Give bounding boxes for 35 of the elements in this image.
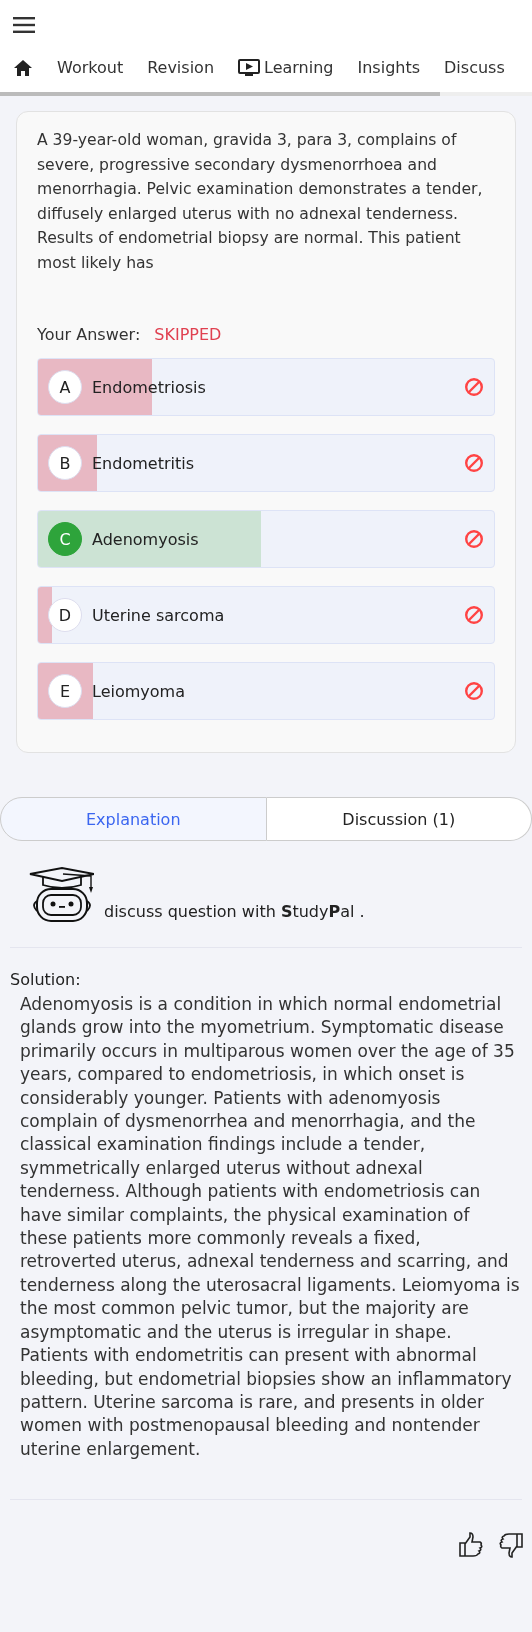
thumbs-down-icon[interactable] xyxy=(498,1532,524,1559)
nav-tab[interactable]: Insights xyxy=(357,58,421,77)
home-icon[interactable] xyxy=(13,58,33,77)
solution-label: Solution: xyxy=(10,970,82,989)
eliminate-icon[interactable] xyxy=(464,377,484,397)
option-text: Uterine sarcoma xyxy=(92,605,225,625)
section-tab[interactable]: Explanation xyxy=(0,797,267,841)
eliminate-icon[interactable] xyxy=(464,453,484,473)
menu-icon[interactable] xyxy=(13,17,35,33)
nav-tab[interactable]: Learning xyxy=(238,58,334,77)
thumbs-up-icon[interactable] xyxy=(458,1532,484,1559)
option-text: Leiomyoma xyxy=(92,681,185,701)
solution-text: Adenomyosis is a condition in which normal endometrial glands grow into the myometrium. Symptomatic disease primarily occurs in multiparous women over the age of 35 years, compared to endometriosis, in which onset is considerably younger. Patients with adenomyosis complain of dysmenorrhea and menorrhagia, and the classical examination findings include a tender, symmetrically enlarged uterus without adnexal tenderness. Although patients with endometriosis can have similar complaints, the physical examination of these patients more commonly reveals a fixed, retroverted uterus, adnexal tenderness and scarring, and tenderness along the uterosacral ligaments. Leiomyoma is the most common pelvic tumor, but the majority are asymptomatic and the uterus is irregular in shape. Patients with endometritis can present with abnormal bleeding, but endometrial biopsies show an inflammatory pattern. Uterine sarcoma is rare, and presents in older women with postmenopausal bleeding and nontender uterine enlargement. xyxy=(20,993,521,1461)
question-text: A 39-year-old woman, gravida 3, para 3, complains of severe, progressive secondary dysmenorrhoea and menorrhagia. Pelvic examination demonstrates a tender, diffusely enlarged uterus with no adnexal tenderness. Results of endometrial biopsy are normal. This patient most likely has xyxy=(37,130,484,274)
answer-option[interactable]: A Endometriosis xyxy=(37,358,495,416)
studypal-prompt[interactable]: discuss question with StudyPal . xyxy=(104,902,365,923)
nav-tab[interactable]: Revision xyxy=(147,58,215,77)
eliminate-icon[interactable] xyxy=(464,681,484,701)
option-text: Endometritis xyxy=(92,453,194,473)
nav-tab[interactable]: Discuss xyxy=(444,58,505,77)
video-icon xyxy=(238,58,261,77)
answer-option[interactable]: E Leiomyoma xyxy=(37,662,495,720)
answer-status: SKIPPED xyxy=(154,325,222,344)
option-text: Endometriosis xyxy=(92,377,206,397)
answer-option[interactable]: D Uterine sarcoma xyxy=(37,586,495,644)
eliminate-icon[interactable] xyxy=(464,605,484,625)
answer-option[interactable]: B Endometritis xyxy=(37,434,495,492)
option-letter: D xyxy=(48,598,82,632)
nav-tab[interactable]: Workout xyxy=(57,58,124,77)
option-text: Adenomyosis xyxy=(92,529,199,549)
answer-label: Your Answer: xyxy=(37,325,141,344)
section-tab[interactable]: Discussion (1) xyxy=(266,797,532,841)
answer-option[interactable]: C Adenomyosis xyxy=(37,510,495,568)
eliminate-icon[interactable] xyxy=(464,529,484,549)
robot-graduate-icon xyxy=(28,867,94,923)
